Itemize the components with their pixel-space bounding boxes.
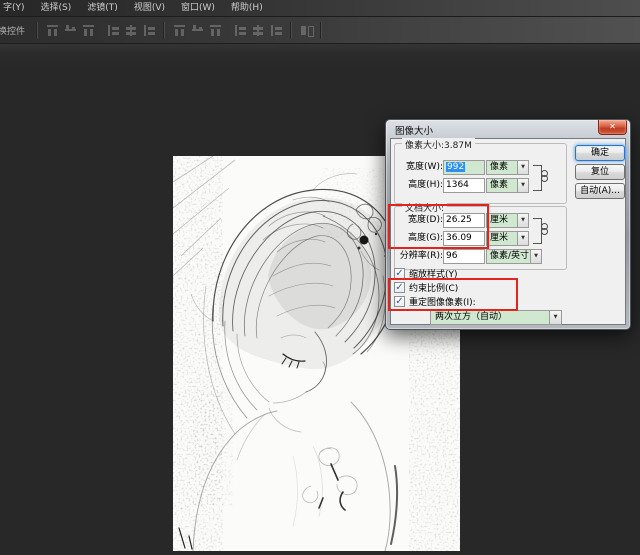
resolution-input[interactable]: 96 [443,249,485,264]
auto-button[interactable]: 自动(A)... [575,183,625,199]
toolbar-divider [290,22,292,39]
resample-image-checkbox[interactable]: ✓ 重定图像像素(I): [394,295,476,307]
resample-image-label: 重定图像像素(I): [409,295,476,308]
checkbox-check-icon: ✓ [394,268,405,279]
toolbar-divider [320,22,322,39]
photoshop-window: { "menu": { "items": [ {"label": "字(Y)"}… [0,0,640,527]
chevron-down-icon[interactable]: ▼ [517,160,529,175]
distribute-top-icon[interactable] [172,24,187,37]
resolution-label: 分辨率(R): [397,249,443,264]
chevron-down-icon[interactable]: ▼ [517,178,529,193]
doc-width-input[interactable]: 26.25 [443,213,485,228]
resample-method-value: 两次立方（自动） [430,310,550,325]
doc-width-label: 宽度(D): [397,213,443,228]
reset-button[interactable]: 复位 [575,164,625,180]
dialog-body: 像素大小:3.87M 宽度(W): 992 像素 ▼ 高度(H): 1364 像… [390,138,626,325]
show-transform-controls-label: 变换控件 [0,24,31,37]
align-top-icon[interactable] [45,24,60,37]
menu-select[interactable]: 选择(S) [33,0,80,16]
image-size-dialog: 图像大小 ✕ 像素大小:3.87M 宽度(W): 992 像素 ▼ 高度(H):… [385,119,631,330]
align-bottom-icon[interactable] [81,24,96,37]
chevron-down-icon[interactable]: ▼ [517,231,529,246]
link-icon [541,170,548,183]
pixel-width-label: 宽度(W): [397,160,443,175]
pixel-height-label: 高度(H): [397,178,443,193]
align-right-icon[interactable] [142,24,157,37]
selected-text: 992 [446,162,465,172]
constrain-proportions-label: 约束比例(C) [409,281,458,294]
constrain-proportions-checkbox[interactable]: ✓ 约束比例(C) [394,281,458,293]
pixel-height-input[interactable]: 1364 [443,178,485,193]
align-hcenter-icon[interactable] [124,24,139,37]
resolution-row: 分辨率(R): 96 像素/英寸 ▼ [391,249,571,264]
menu-type[interactable]: 字(Y) [0,0,33,16]
doc-height-label: 高度(G): [397,231,443,246]
dialog-title: 图像大小 [395,123,433,137]
resolution-unit-select[interactable]: 像素/英寸 [486,249,535,264]
options-bar: 变换控件 [0,17,640,44]
menu-view[interactable]: 视图(V) [126,0,173,16]
close-icon[interactable]: ✕ [598,120,627,135]
distribute-bottom-icon[interactable] [208,24,223,37]
menu-bar: 字(Y) 选择(S) 滤镜(T) 视图(V) 窗口(W) 帮助(H) [0,0,640,17]
chevron-down-icon[interactable]: ▼ [530,249,542,264]
ok-button[interactable]: 确定 [575,145,625,161]
chevron-down-icon[interactable]: ▼ [549,310,562,325]
distribute-left-icon[interactable] [233,24,248,37]
align-vcenter-icon[interactable] [63,24,78,37]
toolbar-divider [36,22,38,39]
distribute-right-icon[interactable] [269,24,284,37]
scale-styles-label: 缩放样式(Y) [409,267,458,280]
menu-window[interactable]: 窗口(W) [173,0,223,16]
checkbox-check-icon: ✓ [394,282,405,293]
doc-height-input[interactable]: 36.09 [443,231,485,246]
auto-align-layers-icon[interactable] [299,24,314,37]
menu-help[interactable]: 帮助(H) [223,0,271,16]
toolbar-divider [163,22,165,39]
menu-filter[interactable]: 滤镜(T) [79,0,126,16]
pixel-size-group-title: 像素大小:3.87M [402,138,475,151]
distribute-hcenter-icon[interactable] [251,24,266,37]
pixel-width-input[interactable]: 992 [443,160,485,175]
scale-styles-checkbox[interactable]: ✓ 缩放样式(Y) [394,267,458,279]
distribute-vcenter-icon[interactable] [190,24,205,37]
chevron-down-icon[interactable]: ▼ [517,213,529,228]
checkbox-check-icon: ✓ [394,296,405,307]
align-left-icon[interactable] [106,24,121,37]
link-icon [541,223,548,236]
